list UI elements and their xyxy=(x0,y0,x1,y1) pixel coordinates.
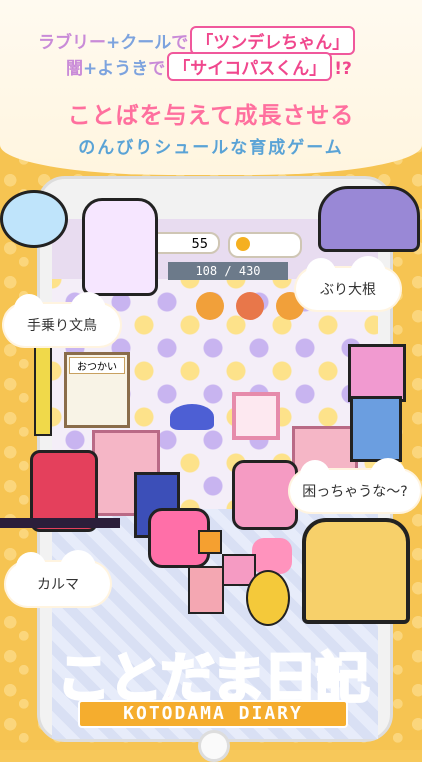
bubble-buri-text: ぶり大根 xyxy=(320,282,376,298)
headline-youki: +ようき xyxy=(83,59,149,79)
bubble-tenori: 手乗り文鳥 xyxy=(4,292,120,346)
headline-exclaim: !? xyxy=(334,59,352,79)
headline-psycho-tag: 「サイコパスくん」 xyxy=(167,52,333,81)
headline-yami: 闇 xyxy=(66,59,83,79)
bubble-tenori-text: 手乗り文鳥 xyxy=(27,318,97,334)
tagline-main: ことばを与えて成長させる xyxy=(67,103,355,129)
pink-rabbits-character xyxy=(232,460,298,530)
exp-current: 108 xyxy=(195,264,218,278)
headline-cool: +クール xyxy=(106,33,172,53)
headline-lovely: ラブリー xyxy=(38,33,106,53)
blue-shirt-character xyxy=(350,396,402,462)
logo-subtitle: KOTODAMA DIARY xyxy=(78,700,348,728)
book-icon[interactable] xyxy=(236,292,264,320)
headline-line-2: 闇+ようきで 「サイコパスくん」!? xyxy=(66,52,352,81)
sunflower-character xyxy=(246,570,290,626)
angel-rabbit-character xyxy=(82,198,158,296)
cap-boy-character xyxy=(188,566,224,614)
exp-separator: / xyxy=(224,264,232,278)
tagline-sub: のんびりシュールな育成ゲーム xyxy=(78,138,344,158)
pink-heart-icon xyxy=(252,538,292,574)
notice-board[interactable]: おつかい xyxy=(64,352,130,428)
bubble-komaccha: 困っちゃうな〜? xyxy=(290,458,420,512)
bubble-karuma: カルマ xyxy=(6,550,110,606)
gift-box-icon xyxy=(198,530,222,554)
ufo-character xyxy=(170,404,214,430)
headline-line-1: ラブリー+クールで 「ツンデレちゃん」 xyxy=(38,26,357,55)
headline-de-1: で xyxy=(171,33,189,53)
notice-label: おつかい xyxy=(69,357,125,374)
settings-gear-icon[interactable] xyxy=(196,292,224,320)
coin-icon xyxy=(236,237,250,251)
matchstick-character xyxy=(34,342,52,436)
exp-max: 430 xyxy=(238,264,261,278)
pink-cat-character xyxy=(348,344,406,402)
phone-home-button[interactable] xyxy=(198,730,230,762)
bubble-komaccha-text: 困っちゃうな〜? xyxy=(302,484,408,500)
bubble-karuma-text: カルマ xyxy=(37,577,79,593)
cherry-picture xyxy=(232,392,280,440)
gem-counter[interactable] xyxy=(228,232,302,258)
exp-bar: 108 / 430 xyxy=(168,262,288,280)
bubble-buri: ぶり大根 xyxy=(296,256,400,310)
headline-tsundere-tag: 「ツンデレちゃん」 xyxy=(190,26,356,55)
headline-de-2: で xyxy=(148,59,166,79)
scythe-icon xyxy=(0,518,120,528)
bread-character xyxy=(302,518,410,624)
game-logo: ことだま日記 xyxy=(40,634,384,712)
bubble-face-character xyxy=(0,190,68,248)
purple-elephant-character xyxy=(318,186,420,252)
